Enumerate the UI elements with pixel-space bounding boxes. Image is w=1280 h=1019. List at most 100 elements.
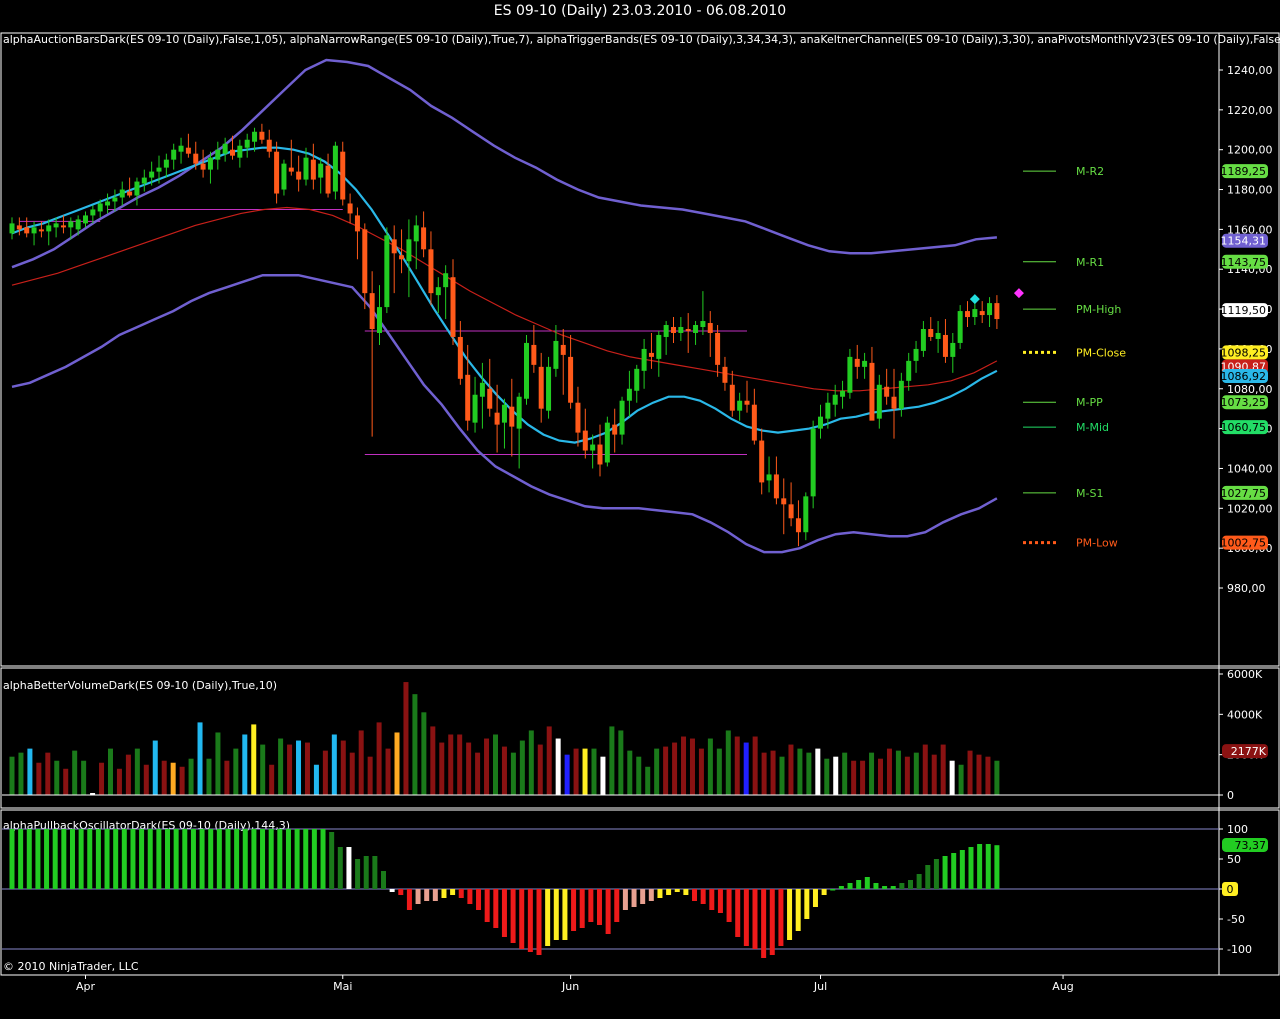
oscillator-bar	[743, 889, 749, 946]
oscillator-bar	[216, 829, 222, 889]
volume-bar	[322, 750, 328, 795]
upper-trigger-band	[11, 58, 998, 269]
oscillator-bar	[804, 889, 810, 919]
pivot-price-badge-text: 1027,75	[1221, 487, 1267, 500]
oscillator-bar	[709, 889, 715, 910]
volume-bar	[466, 742, 472, 795]
candle-body	[832, 394, 838, 405]
chart-canvas[interactable]: alphaAuctionBarsDark(ES 09-10 (Daily),Fa…	[0, 0, 1280, 1019]
volume-bar	[994, 760, 1000, 795]
candle-body	[163, 159, 169, 168]
candle-body	[354, 215, 360, 232]
candle-body	[259, 131, 265, 140]
oscillator-bar	[795, 889, 801, 931]
volume-bar	[663, 746, 669, 795]
oscillator-bar	[441, 889, 447, 898]
volume-bar	[940, 744, 946, 795]
monthly-pivot-label: M-PP	[1076, 396, 1103, 409]
candle-body	[818, 416, 823, 429]
pivot-price-badge-text: 1189,25	[1221, 165, 1267, 178]
oscillator-tick-label: -50	[1227, 913, 1245, 926]
volume-bar	[197, 722, 203, 795]
oscillator-bar	[864, 877, 870, 889]
oscillator-bar	[545, 889, 551, 946]
candle-body	[568, 356, 574, 403]
volume-tick-label: 6000K	[1227, 668, 1263, 681]
volume-bar	[412, 694, 418, 795]
oscillator-bar	[968, 847, 974, 889]
candle-body	[24, 227, 30, 234]
candle-body	[60, 225, 66, 228]
volume-bar	[358, 730, 364, 795]
candle-body	[693, 325, 699, 333]
candle-body	[325, 165, 331, 194]
volume-bar	[233, 748, 239, 795]
oscillator-bar	[424, 889, 430, 901]
oscillator-bar	[778, 889, 784, 946]
oscillator-bar	[925, 865, 931, 889]
oscillator-bar	[640, 889, 646, 904]
candle-body	[149, 171, 155, 178]
oscillator-bar	[87, 829, 93, 889]
candle-body	[803, 496, 809, 533]
oscillator-bar	[139, 829, 145, 889]
candle-body	[406, 239, 412, 262]
volume-bar	[886, 748, 892, 795]
volume-bar	[161, 760, 167, 795]
oscillator-bar	[311, 829, 317, 889]
volume-bar	[797, 748, 803, 795]
monthly-pivot-label: PM-Close	[1076, 346, 1126, 359]
oscillator-bar	[631, 889, 637, 907]
volume-bar	[18, 752, 24, 795]
candle-body	[332, 145, 338, 192]
oscillator-bar	[277, 829, 283, 889]
volume-bar	[304, 742, 310, 795]
candle-body	[788, 504, 794, 519]
candle-body	[678, 327, 684, 333]
candle-body	[707, 323, 713, 333]
candle-body	[626, 388, 632, 401]
candle-body	[479, 382, 485, 397]
oscillator-bar	[44, 829, 50, 889]
candle-body	[656, 334, 662, 359]
volume-last-badge-text: 2177K	[1231, 745, 1267, 758]
candle-body	[722, 366, 728, 383]
volume-tick-label: 0	[1227, 789, 1234, 802]
volume-bar	[636, 756, 642, 795]
volume-bar	[206, 758, 212, 795]
volume-bar	[689, 738, 695, 795]
oscillator-bar	[225, 829, 231, 889]
volume-bar	[725, 730, 731, 795]
oscillator-bar	[562, 889, 568, 940]
price-tick-label: 980,00	[1227, 582, 1266, 595]
candle-body	[913, 348, 919, 361]
volume-bar	[242, 734, 248, 795]
candle-body	[553, 340, 559, 369]
oscillator-bar	[18, 829, 24, 889]
volume-bar	[448, 734, 454, 795]
volume-bar	[287, 744, 293, 795]
candle-body	[597, 444, 603, 465]
pivot-price-badge-text: 1143,75	[1221, 256, 1267, 269]
candle-body	[105, 201, 111, 206]
volume-bar	[967, 750, 973, 795]
oscillator-bar	[95, 829, 101, 889]
candle-body	[318, 163, 324, 178]
oscillator-bar	[666, 889, 672, 895]
monthly-pivot-label: M-S1	[1076, 487, 1103, 500]
oscillator-bar	[830, 889, 836, 891]
volume-bar	[484, 738, 490, 795]
candle-body	[222, 143, 228, 154]
monthly-pivot-label: PM-Low	[1076, 537, 1118, 550]
copyright-text: © 2010 NinjaTrader, LLC	[3, 960, 139, 973]
volume-bar	[904, 756, 910, 795]
volume-bar	[313, 764, 319, 795]
volume-bar	[546, 726, 552, 795]
volume-bar	[761, 752, 767, 795]
volume-bar	[439, 742, 445, 795]
oscillator-bar	[432, 889, 438, 901]
volume-bar	[528, 730, 534, 795]
oscillator-bar	[692, 889, 698, 901]
candle-body	[538, 366, 544, 409]
oscillator-bar	[458, 889, 464, 898]
